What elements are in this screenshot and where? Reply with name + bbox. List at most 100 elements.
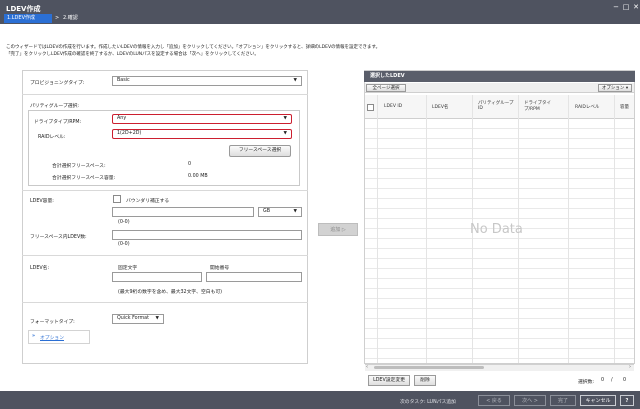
table-row <box>365 279 634 289</box>
column-header-drive-type[interactable]: ドライブタイプ/RPM <box>524 100 564 112</box>
total-free-capacity-value: 0.00 MB <box>188 174 208 179</box>
finish-button[interactable]: 完了 <box>550 395 576 406</box>
step-separator: > <box>55 15 60 21</box>
title-bar <box>0 0 640 24</box>
total-free-capacity-label: 合計選択フリースペース容量: <box>52 176 116 181</box>
table-row <box>365 299 634 309</box>
divider <box>22 190 308 191</box>
chevron-down-icon: ▼ <box>283 131 287 136</box>
table-row <box>365 199 634 209</box>
chevron-down-icon: ▼ <box>293 78 297 83</box>
drive-type-select[interactable]: Any ▼ <box>112 114 292 124</box>
change-ldev-settings-button[interactable]: LDEV設定変更 <box>368 375 410 386</box>
table-row <box>365 329 634 339</box>
step-confirm: 2.確認 <box>63 15 78 21</box>
ldev-capacity-label: LDEV容量: <box>30 199 54 204</box>
step-ldev-create: 1.LDEV作成 <box>4 14 52 23</box>
provisioning-type-select[interactable]: Basic ▼ <box>112 76 302 86</box>
parity-group-selection-label: パリティグループ選択: <box>30 104 80 109</box>
capacity-unit-value: GB <box>263 209 271 214</box>
column-header-ldev-name[interactable]: LDEV名 <box>432 104 448 110</box>
boundary-correct-label: バウンダリ補正する <box>126 199 170 204</box>
capacity-unit-select[interactable]: GB ▼ <box>258 207 302 217</box>
table-row <box>365 129 634 139</box>
selected-ldev-title: 選択したLDEV <box>364 71 635 82</box>
next-button[interactable]: 次へ > <box>514 395 546 406</box>
back-button[interactable]: < 戻る <box>478 395 510 406</box>
column-header-raid-level[interactable]: RAIDレベル <box>575 104 599 110</box>
scroll-right-icon[interactable]: › <box>629 364 631 371</box>
cancel-button[interactable]: キャンセル <box>580 395 616 406</box>
maximize-button[interactable]: □ <box>622 3 630 11</box>
scroll-left-icon[interactable]: ‹ <box>366 364 368 371</box>
ldev-capacity-input[interactable] <box>112 207 254 217</box>
chevron-down-icon: ▼ <box>155 316 159 321</box>
raid-level-label: RAIDレベル: <box>38 135 66 140</box>
chevron-down-icon: ▼ <box>283 116 287 121</box>
start-number-input[interactable] <box>206 272 302 282</box>
table-row <box>365 179 634 189</box>
options-link[interactable]: オプション <box>40 334 64 341</box>
instruction-line-1: このウィザードではLDEVの作成を行います。作成したいLDEVの情報を入力し「追… <box>6 45 381 50</box>
delete-button[interactable]: 削除 <box>414 375 436 386</box>
provisioning-type-label: プロビジョニングタイプ: <box>30 81 85 86</box>
window-title: LDEV作成 <box>6 5 41 13</box>
divider <box>22 302 308 303</box>
table-row <box>365 119 634 129</box>
close-button[interactable]: ✕ <box>632 3 640 11</box>
table-row <box>365 139 634 149</box>
table-row <box>365 269 634 279</box>
column-divider <box>614 95 615 363</box>
format-type-select[interactable]: Quick Format ▼ <box>112 314 164 324</box>
options-dropdown-button[interactable]: オプション ▾ <box>598 84 632 92</box>
minimize-button[interactable]: − <box>612 3 620 11</box>
total-count: 0 <box>623 378 627 383</box>
total-free-space-label: 合計選択フリースペース: <box>52 164 106 169</box>
boundary-correct-checkbox[interactable] <box>113 195 121 203</box>
table-row <box>365 349 634 359</box>
ldev-per-space-input[interactable] <box>112 230 302 240</box>
selected-ldev-table-body <box>365 119 634 363</box>
select-all-checkbox[interactable] <box>367 104 374 111</box>
chevron-down-icon: ▼ <box>293 209 297 214</box>
raid-level-select[interactable]: 1(2D+2D) ▼ <box>112 129 292 139</box>
format-type-value: Quick Format <box>117 316 149 321</box>
raid-level-value: 1(2D+2D) <box>117 131 142 136</box>
table-row <box>365 319 634 329</box>
divider <box>22 255 308 256</box>
fixed-chars-input[interactable] <box>112 272 202 282</box>
table-row <box>365 209 634 219</box>
double-chevron-down-icon: » <box>32 334 36 339</box>
column-header-ldev-id[interactable]: LDEV ID <box>384 104 402 109</box>
selected-count-label: 選択数: <box>578 380 595 385</box>
table-row <box>365 339 634 349</box>
name-hint: (最大9桁の数字を含め、最大32文字、空白も可) <box>118 290 223 295</box>
format-type-label: フォーマットタイプ: <box>30 320 75 325</box>
table-row <box>365 159 634 169</box>
table-row <box>365 249 634 259</box>
free-space-select-button[interactable]: フリースペース選択 <box>229 145 291 157</box>
table-row <box>365 239 634 249</box>
fixed-chars-label: 固定文字 <box>118 266 138 271</box>
table-row <box>365 309 634 319</box>
selected-count: 0 <box>601 378 605 383</box>
column-header-parity-group-id[interactable]: パリティグループID <box>478 100 518 111</box>
start-number-label: 開始番号 <box>210 266 230 271</box>
add-button[interactable]: 追加 ▷ <box>318 223 358 236</box>
column-header-capacity[interactable]: 容量 <box>620 104 629 110</box>
column-divider <box>426 95 427 363</box>
capacity-range: (0-0) <box>118 220 130 225</box>
table-row <box>365 149 634 159</box>
provisioning-type-value: Basic <box>117 78 130 83</box>
ldev-per-space-range: (0-0) <box>118 242 130 247</box>
column-divider <box>568 95 569 363</box>
select-all-pages-button[interactable]: 全ページ選択 <box>366 84 406 92</box>
table-row <box>365 259 634 269</box>
divider <box>22 94 308 95</box>
count-separator: / <box>611 378 613 383</box>
scrollbar-thumb[interactable] <box>374 366 484 369</box>
drive-type-value: Any <box>117 116 127 121</box>
empty-state-text: No Data <box>470 222 523 237</box>
total-free-space-value: 0 <box>188 162 192 167</box>
help-button[interactable]: ? <box>620 395 634 406</box>
